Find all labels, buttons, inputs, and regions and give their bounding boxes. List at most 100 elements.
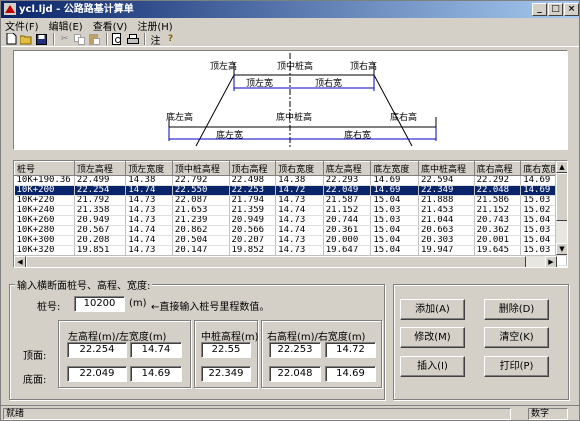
top-left-elevation-field[interactable]: 22.254 (67, 342, 127, 358)
title-bar[interactable]: ycl.ljd - 公路路基计算单 _ □ × (1, 1, 579, 18)
table-row[interactable]: 10K+220 21.792 14.73 22.087 21.794 14.73 21.58… (14, 195, 567, 206)
scroll-up-icon[interactable]: ▲ (556, 161, 567, 173)
help-icon[interactable]: ? (164, 33, 177, 46)
label-bottom-right-height: 底右高 (390, 113, 418, 123)
print-preview-icon[interactable] (111, 33, 124, 46)
open-folder-icon[interactable] (20, 33, 33, 46)
table-row[interactable]: 10K+240 21.358 14.73 21.653 21.359 14.74 21.15… (14, 205, 567, 216)
bottom-right-width-field[interactable]: 14.69 (325, 366, 376, 382)
table-cell: 22.792 (172, 175, 230, 186)
table-cell: 20.567 (74, 225, 127, 236)
top-right-elevation-field[interactable]: 22.253 (269, 342, 321, 358)
table-cell: 22.498 (229, 175, 277, 186)
maximize-button[interactable]: □ (548, 3, 563, 16)
table-cell: 14.73 (275, 195, 324, 206)
table-cell: 10K+240 (14, 205, 75, 216)
copy-icon[interactable] (73, 33, 86, 46)
table-cell: 22.049 (323, 185, 372, 196)
table-cell: 14.73 (125, 215, 173, 226)
table-cell: 20.949 (229, 215, 277, 226)
station-input[interactable]: 10200 (74, 296, 125, 312)
menu-view[interactable]: 查看(V) (93, 18, 128, 33)
print-button[interactable]: 打印(P) (484, 356, 549, 377)
table-cell: 20.000 (323, 235, 372, 246)
table-cell: 10K+200 (14, 185, 75, 196)
table-cell: 20.949 (74, 215, 127, 226)
new-file-icon[interactable] (5, 33, 18, 46)
table-cell: 15.03 (370, 205, 419, 216)
insert-button[interactable]: 插入(I) (400, 356, 465, 377)
register-icon[interactable]: 注 (149, 33, 162, 47)
table-row[interactable]: 10K+320 19.851 14.73 20.147 19.852 14.73 19.64… (14, 245, 567, 256)
label-bottom-left-width: 底左宽 (216, 131, 244, 141)
column-header[interactable]: 底左宽度 (370, 161, 419, 176)
table-cell: 14.73 (275, 245, 324, 256)
horizontal-scrollbar[interactable]: ◀ ▶ (14, 255, 557, 267)
table-cell: 10K+260 (14, 215, 75, 226)
station-hint: ←直接输入桩号里程数值。 (151, 302, 270, 313)
table-cell: 14.69 (370, 175, 419, 186)
vertical-scroll-thumb[interactable] (556, 173, 567, 221)
menu-edit[interactable]: 编辑(E) (49, 18, 83, 33)
cut-icon[interactable]: ✂ (58, 33, 71, 46)
column-header[interactable]: 底右高程 (473, 161, 522, 176)
top-left-width-field[interactable]: 14.74 (130, 342, 182, 358)
bottom-center-elevation-field[interactable]: 22.349 (201, 366, 251, 382)
bottom-left-width-field[interactable]: 14.69 (130, 366, 182, 382)
left-header: 左高程(m)/左宽度(m) (68, 332, 167, 343)
table-cell: 21.358 (74, 205, 127, 216)
table-cell: 20.504 (172, 235, 230, 246)
column-header[interactable]: 顶中桩高程 (171, 161, 230, 176)
input-group-caption: 输入横断面桩号、高程、宽度: (15, 277, 153, 292)
table-cell: 21.888 (418, 195, 475, 206)
toolbar-separator (53, 33, 55, 45)
table-row[interactable]: 10K+260 20.949 14.73 21.239 20.949 14.73 20.74… (14, 215, 567, 226)
scroll-down-icon[interactable]: ▼ (556, 243, 567, 255)
center-header: 中桩高程(m) (201, 332, 259, 343)
table-cell: 14.38 (275, 175, 324, 186)
table-cell: 14.73 (125, 205, 173, 216)
print-icon[interactable] (126, 33, 139, 46)
toolbar-separator (144, 33, 146, 45)
vertical-scrollbar[interactable]: ▲ ▼ (555, 161, 567, 255)
column-header[interactable]: 底左高程 (322, 161, 372, 176)
save-icon[interactable] (35, 33, 48, 46)
top-right-width-field[interactable]: 14.72 (325, 342, 376, 358)
add-button[interactable]: 添加(A) (400, 299, 465, 320)
table-cell: 21.239 (172, 215, 230, 226)
table-row[interactable]: 10K+190.36 22.499 14.38 22.792 22.498 14.38 22… (14, 175, 567, 186)
table-cell: 10K+220 (14, 195, 75, 206)
column-header[interactable]: 顶右宽度 (275, 161, 324, 176)
delete-button[interactable]: 删除(D) (484, 299, 549, 320)
horizontal-scroll-thumb[interactable] (26, 256, 526, 267)
column-header[interactable]: 顶左高程 (73, 161, 127, 176)
status-numlock: 数字 (528, 408, 568, 420)
top-center-elevation-field[interactable]: 22.55 (201, 342, 251, 358)
table-cell: 14.73 (125, 195, 173, 206)
modify-button[interactable]: 修改(M) (400, 327, 465, 348)
bottom-right-elevation-field[interactable]: 22.048 (269, 366, 321, 382)
minimize-button[interactable]: _ (532, 3, 547, 16)
bottom-left-elevation-field[interactable]: 22.049 (67, 366, 127, 382)
table-row[interactable]: 10K+300 20.208 14.74 20.504 20.207 14.73 20.00… (14, 235, 567, 246)
table-cell: 20.207 (229, 235, 277, 246)
column-header[interactable]: 顶左宽度 (125, 161, 173, 176)
data-grid[interactable]: 桩号 顶左高程 顶左宽度 顶中桩高程 顶右高程 顶右宽度 底左高程 底左宽度 底… (13, 160, 568, 268)
menu-register[interactable]: 注册(H) (137, 18, 172, 33)
column-header[interactable]: 桩号 (14, 161, 75, 176)
column-header[interactable]: 底中桩高程 (417, 161, 475, 176)
scroll-left-icon[interactable]: ◀ (14, 256, 26, 267)
scroll-right-icon[interactable]: ▶ (545, 256, 557, 267)
column-header[interactable]: 顶右高程 (228, 161, 277, 176)
table-cell: 21.359 (229, 205, 277, 216)
clear-button[interactable]: 清空(K) (484, 327, 549, 348)
table-row[interactable]: 10K+200 22.254 14.74 22.550 22.253 14.72 22.04… (14, 185, 567, 196)
table-row[interactable]: 10K+280 20.567 14.74 20.862 20.566 14.74 20.36… (14, 225, 567, 236)
table-cell: 14.74 (125, 225, 173, 236)
close-button[interactable]: × (564, 3, 579, 16)
paste-icon[interactable] (88, 33, 101, 46)
table-cell: 19.645 (474, 245, 522, 256)
station-label: 桩号: (37, 302, 61, 313)
table-cell: 14.74 (275, 205, 324, 216)
menu-file[interactable]: 文件(F) (5, 18, 39, 33)
